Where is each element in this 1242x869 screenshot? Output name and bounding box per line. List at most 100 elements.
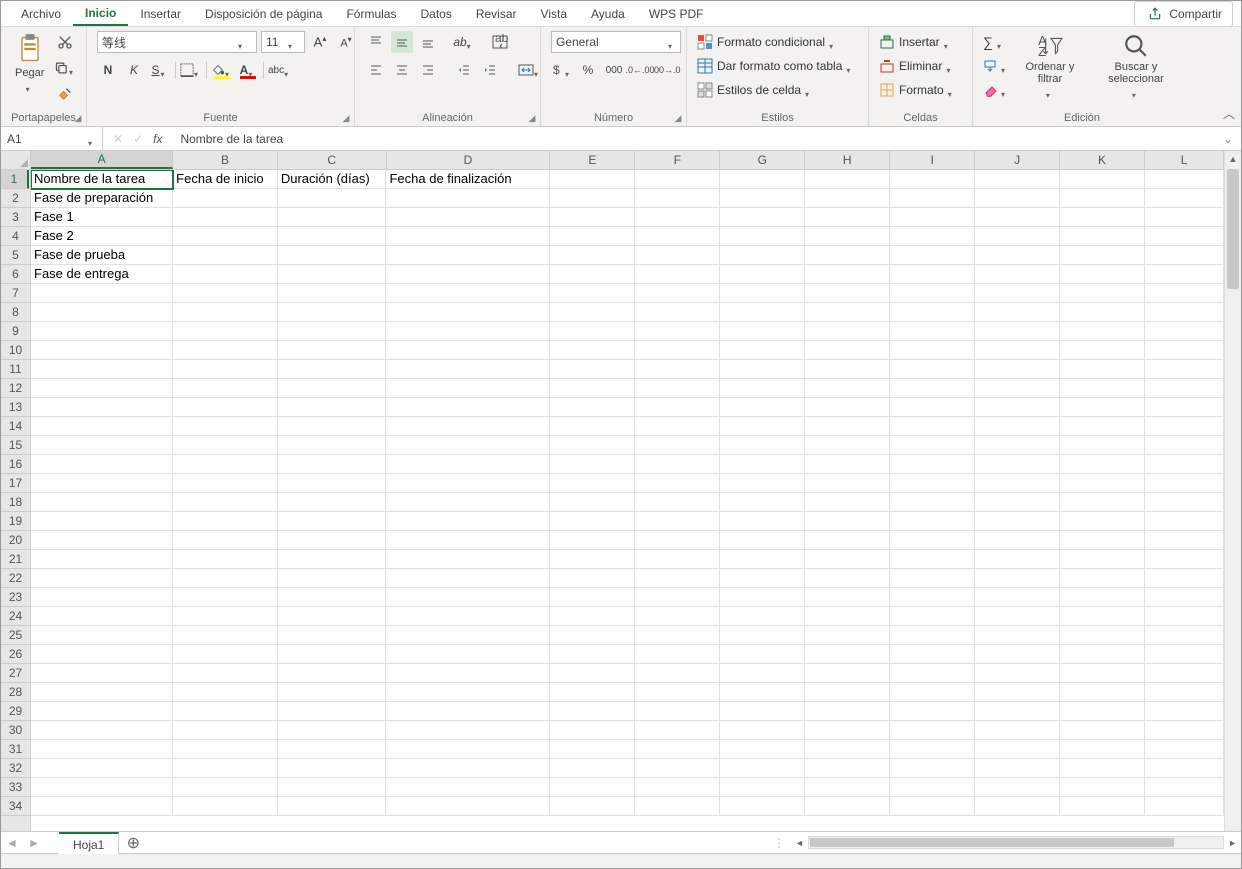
cell-L17[interactable] [1145,474,1224,493]
cell-A8[interactable] [31,303,173,322]
cell-D13[interactable] [386,398,550,417]
cell-D33[interactable] [386,778,550,797]
cell-L8[interactable] [1145,303,1224,322]
cell-F15[interactable] [635,436,720,455]
cell-K33[interactable] [1060,778,1145,797]
cell-I3[interactable] [890,208,975,227]
cell-F3[interactable] [635,208,720,227]
cell-G9[interactable] [720,322,805,341]
row-header-7[interactable]: 7 [1,284,30,303]
expand-formula-bar-button[interactable]: ⌄ [1223,132,1233,146]
cell-D27[interactable] [386,664,550,683]
cell-E16[interactable] [550,455,635,474]
cell-L24[interactable] [1145,607,1224,626]
cell-E28[interactable] [550,683,635,702]
cell-C2[interactable] [278,189,387,208]
cell-D15[interactable] [386,436,550,455]
cell-G32[interactable] [720,759,805,778]
cell-F26[interactable] [635,645,720,664]
cell-E31[interactable] [550,740,635,759]
menu-tab-inicio[interactable]: Inicio [73,2,128,26]
cell-A10[interactable] [31,341,173,360]
cell-K28[interactable] [1060,683,1145,702]
cell-F16[interactable] [635,455,720,474]
cell-I28[interactable] [890,683,975,702]
share-button[interactable]: Compartir [1134,1,1233,27]
cell-E11[interactable] [550,360,635,379]
comma-button[interactable]: 000 [603,59,625,81]
font-color-button[interactable]: A [237,59,259,81]
cell-K25[interactable] [1060,626,1145,645]
cell-L26[interactable] [1145,645,1224,664]
cell-E33[interactable] [550,778,635,797]
cell-I1[interactable] [890,170,975,189]
sheet-nav-prev[interactable]: ◄ [1,836,23,850]
row-header-2[interactable]: 2 [1,189,30,208]
cell-J29[interactable] [975,702,1060,721]
cell-B20[interactable] [173,531,278,550]
cell-B22[interactable] [173,569,278,588]
cell-L9[interactable] [1145,322,1224,341]
cell-I11[interactable] [890,360,975,379]
borders-button[interactable] [180,59,202,81]
cell-B32[interactable] [173,759,278,778]
cell-I27[interactable] [890,664,975,683]
cell-D4[interactable] [386,227,550,246]
cell-J15[interactable] [975,436,1060,455]
cell-F13[interactable] [635,398,720,417]
cell-E22[interactable] [550,569,635,588]
cell-G14[interactable] [720,417,805,436]
cell-G3[interactable] [720,208,805,227]
cell-G8[interactable] [720,303,805,322]
cell-K17[interactable] [1060,474,1145,493]
cell-I12[interactable] [890,379,975,398]
column-header-H[interactable]: H [805,151,890,169]
cell-E1[interactable] [550,170,635,189]
cell-G4[interactable] [720,227,805,246]
cell-K7[interactable] [1060,284,1145,303]
row-header-34[interactable]: 34 [1,797,30,816]
cell-C17[interactable] [278,474,387,493]
cell-G15[interactable] [720,436,805,455]
cell-E7[interactable] [550,284,635,303]
decrease-decimal-button[interactable]: .00→.0 [655,59,677,81]
cell-I14[interactable] [890,417,975,436]
cell-G10[interactable] [720,341,805,360]
cell-E26[interactable] [550,645,635,664]
cell-E15[interactable] [550,436,635,455]
cell-I4[interactable] [890,227,975,246]
cell-L22[interactable] [1145,569,1224,588]
cell-D7[interactable] [386,284,550,303]
cell-J13[interactable] [975,398,1060,417]
cell-G21[interactable] [720,550,805,569]
cell-K11[interactable] [1060,360,1145,379]
cell-E19[interactable] [550,512,635,531]
cell-D10[interactable] [386,341,550,360]
align-right-button[interactable] [417,59,439,81]
row-header-1[interactable]: 1 [1,170,29,189]
cell-F25[interactable] [635,626,720,645]
cell-L19[interactable] [1145,512,1224,531]
cell-B26[interactable] [173,645,278,664]
cell-C14[interactable] [278,417,387,436]
cell-D6[interactable] [386,265,550,284]
cell-D30[interactable] [386,721,550,740]
cell-J9[interactable] [975,322,1060,341]
cell-I10[interactable] [890,341,975,360]
cell-G1[interactable] [720,170,805,189]
cell-H28[interactable] [805,683,890,702]
cell-B4[interactable] [173,227,278,246]
cell-E10[interactable] [550,341,635,360]
cell-D21[interactable] [386,550,550,569]
menu-tab-datos[interactable]: Datos [408,3,463,25]
cell-G17[interactable] [720,474,805,493]
cell-F30[interactable] [635,721,720,740]
cell-B14[interactable] [173,417,278,436]
cell-K34[interactable] [1060,797,1145,816]
cut-button[interactable] [54,31,76,53]
menu-tab-formulas[interactable]: Fórmulas [334,3,408,25]
cell-H19[interactable] [805,512,890,531]
font-name-dropdown[interactable] [97,31,257,53]
cell-C23[interactable] [278,588,387,607]
cell-J17[interactable] [975,474,1060,493]
